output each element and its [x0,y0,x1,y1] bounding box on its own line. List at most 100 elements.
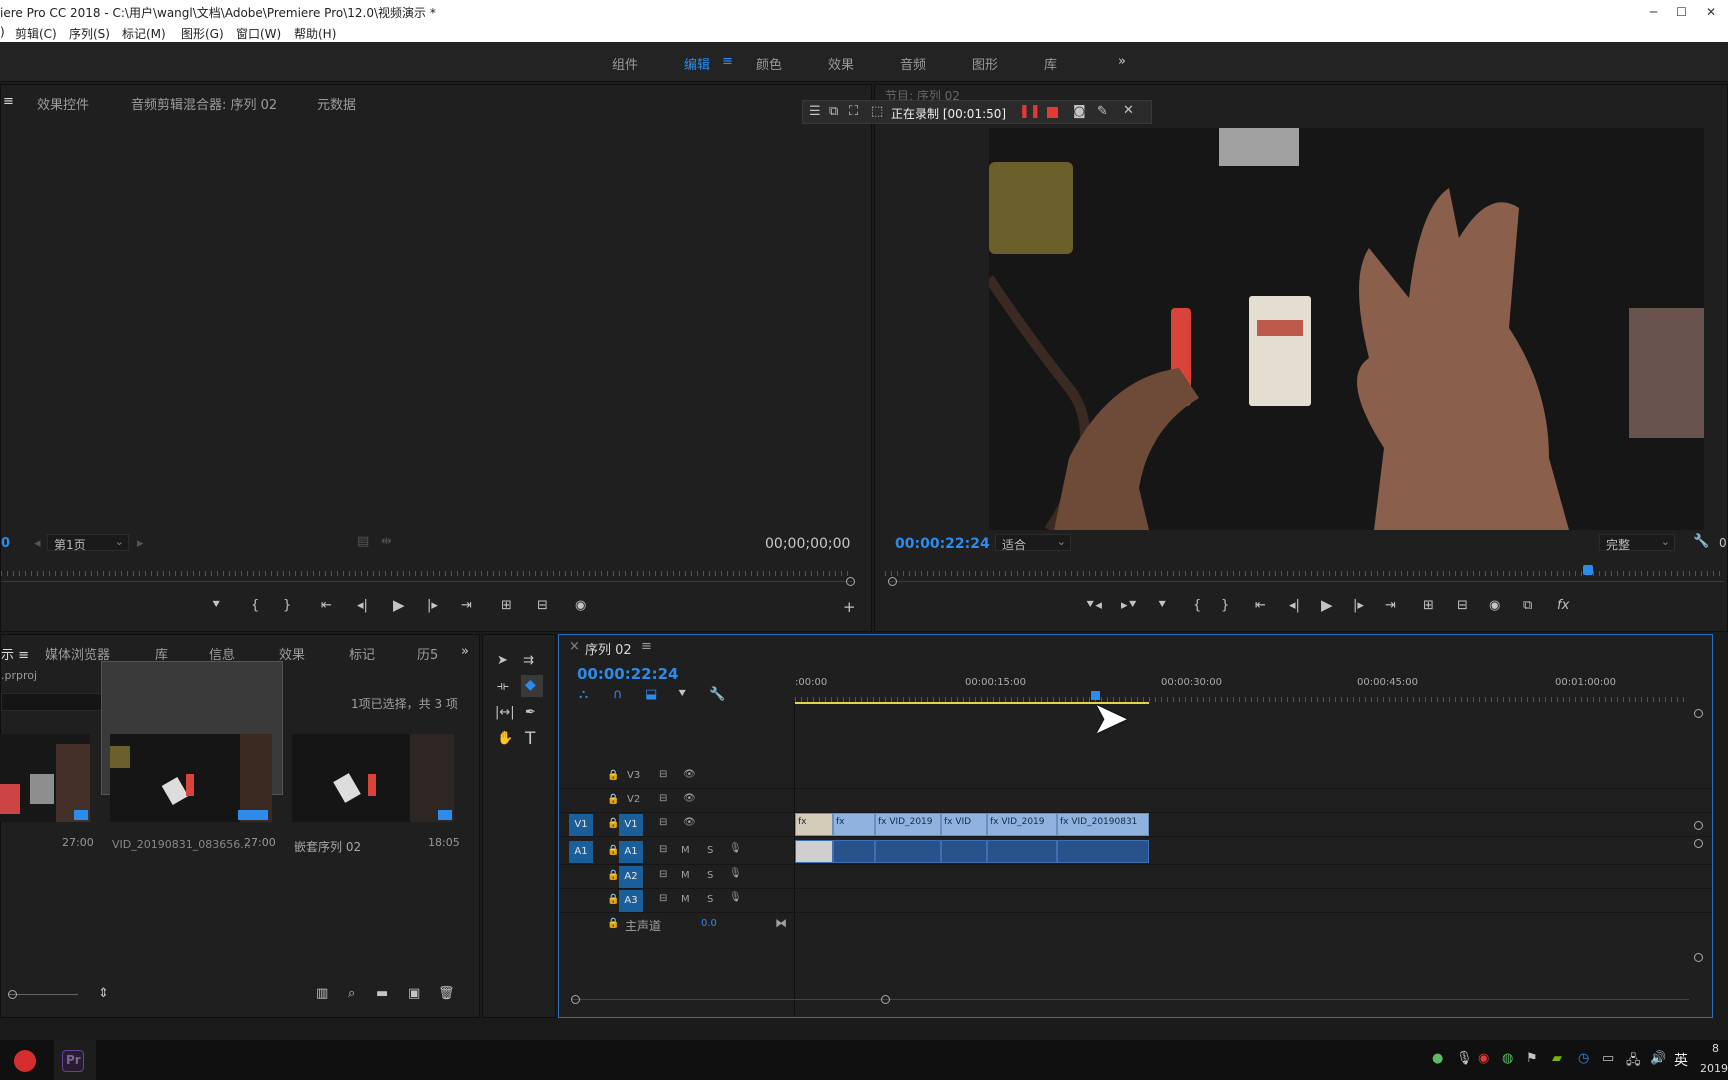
tray-ime-indicator[interactable]: 英 [1674,1050,1688,1070]
panel-menu-icon[interactable]: ≡ [3,94,14,109]
track-v1-label[interactable]: V1 [619,814,643,836]
source-ruler[interactable] [1,571,853,576]
program-timecode[interactable]: 00:00:22:24 [895,536,990,552]
close-tab-icon[interactable]: × [569,639,580,654]
v1-clip-3[interactable]: fx VID_2019 [875,813,941,836]
mic-icon[interactable]: 🎙 [729,892,742,903]
solo-button[interactable]: S [707,870,713,881]
master-collapse-icon[interactable]: ⧓ [775,916,787,930]
v1-clip-1[interactable]: fx [795,813,833,836]
solo-button[interactable]: S [707,894,713,905]
tab-project-fragment[interactable]: 示 ≡ [1,644,29,663]
stop-icon[interactable] [1047,107,1058,118]
lock-icon[interactable]: 🔒 [607,918,619,929]
add-marker-icon[interactable]: ⯆ [677,687,687,702]
pen-tool-icon[interactable]: ✒ [525,705,536,720]
v1-clip-2[interactable]: fx [833,813,875,836]
project-item-2-thumb[interactable] [110,734,272,822]
extract-clip-icon[interactable]: ⊟ [1457,598,1468,613]
go-to-in-icon[interactable]: ⇤ [1255,598,1266,613]
play-icon[interactable]: ▶ [1321,596,1333,614]
mic-icon[interactable]: 🎙 [729,843,742,854]
close-icon[interactable]: ✕ [1123,103,1134,118]
workspace-color[interactable]: 颜色 [756,54,782,73]
timeline-hscroll[interactable] [571,999,1689,1000]
tray-clock-icon[interactable]: ◷ [1578,1051,1589,1066]
hscroll-right-handle[interactable] [881,995,890,1004]
add-button-icon[interactable]: + [843,598,856,616]
search-icon[interactable]: ⌕ [348,986,355,1001]
tray-nvidia-icon[interactable]: ▰ [1552,1051,1562,1066]
step-forward-icon[interactable]: |▸ [1353,598,1364,613]
go-to-out-icon[interactable]: ⇥ [461,598,472,613]
zoom-slider-handle[interactable] [8,990,17,999]
workspace-libraries[interactable]: 库 [1044,54,1057,73]
a1-clip-3[interactable] [875,840,941,863]
sync-lock-icon[interactable]: ⊟ [659,769,667,780]
wrench-icon[interactable]: 🔧 [1693,534,1709,549]
extract-icon[interactable]: ▸⯆ [1121,598,1138,613]
track-select-tool-icon[interactable]: ⇉ [523,653,534,668]
timeline-settings-icon[interactable]: 🔧 [709,687,725,702]
insert-clip-icon[interactable]: ⊞ [501,598,512,613]
sync-lock-icon[interactable]: ⊟ [659,844,667,855]
mute-button[interactable]: M [681,845,690,856]
tray-app-icon[interactable]: ● [1432,1051,1443,1066]
program-scroll-handle[interactable] [888,577,897,586]
step-back-icon[interactable]: ◂| [1289,598,1300,613]
new-item-icon[interactable]: ▣ [408,986,420,1001]
track-a2-label[interactable]: A2 [619,866,643,888]
eye-icon[interactable]: 👁 [683,793,696,804]
recorder-app-icon[interactable] [14,1050,36,1072]
safe-margins-icon[interactable]: ▤ [357,534,369,549]
fx-icon[interactable]: fx [1557,598,1569,613]
tray-mic-icon[interactable]: 🎙 [1456,1051,1473,1066]
mute-button[interactable]: M [681,870,690,881]
lock-icon[interactable]: 🔒 [607,770,619,781]
tray-volume-icon[interactable]: 🔊 [1650,1051,1666,1066]
workspace-menu-icon[interactable]: ≡ [722,54,733,69]
step-back-icon[interactable]: ◂| [357,598,368,613]
window-icon[interactable]: ⧉ [829,104,838,119]
menu-clip[interactable]: 剪辑(C) [15,25,57,42]
source-patch-v1[interactable]: V1 [569,814,593,836]
mic-icon[interactable]: 🎙 [729,868,742,879]
fullscreen-icon[interactable]: ⬚ [871,104,883,119]
tab-markers[interactable]: 标记 [349,644,375,663]
project-item-1-thumb[interactable] [0,734,90,822]
a1-clip-5[interactable] [987,840,1057,863]
add-marker-icon[interactable]: ⯆ [1157,598,1167,613]
trash-icon[interactable]: 🗑 [438,986,455,1001]
tab-audio-clip-mixer[interactable]: 音频剪辑混合器: 序列 02 [131,94,277,113]
razor-tool-active[interactable]: ◆ [521,675,543,697]
play-icon[interactable]: ▶ [393,596,405,614]
hand-tool-icon[interactable]: ✋ [497,731,513,746]
project-item-3-thumb[interactable] [292,734,454,822]
zoom-slider[interactable] [8,994,78,995]
compare-icon[interactable]: ⧉ [1523,598,1532,613]
tray-network-icon[interactable]: 🖧 [1626,1051,1641,1073]
tray-record-icon[interactable]: ◉ [1478,1051,1489,1066]
add-marker-icon[interactable]: ⯆ [211,598,221,613]
page-next-icon[interactable]: ▸ [137,536,144,551]
vscroll-bottom-handle[interactable] [1694,953,1703,962]
sync-lock-icon[interactable]: ⊟ [659,817,667,828]
lock-icon[interactable]: 🔒 [607,870,619,881]
mark-in-icon[interactable]: { [1193,598,1201,613]
menu-graphics[interactable]: 图形(G) [181,25,224,42]
menu-window[interactable]: 窗口(W) [236,25,281,42]
tray-battery-icon[interactable]: ▭ [1602,1051,1614,1066]
workspace-editing[interactable]: 编辑 [684,54,710,73]
tab-metadata[interactable]: 元数据 [317,94,356,113]
lock-icon[interactable]: 🔒 [607,894,619,905]
track-a1-label[interactable]: A1 [619,841,643,863]
timeline-timecode[interactable]: 00:00:22:24 [577,665,679,683]
a1-clip-6[interactable] [1057,840,1149,863]
lift-clip-icon[interactable]: ⊞ [1423,598,1434,613]
source-scroll-handle[interactable] [846,577,855,586]
clock-time[interactable]: 8 [1712,1042,1719,1055]
selection-tool-icon[interactable]: ➤ [497,653,508,668]
menu-help[interactable]: 帮助(H) [294,25,336,42]
menu-icon[interactable]: ☰ [809,104,821,119]
sync-lock-icon[interactable]: ⊟ [659,893,667,904]
